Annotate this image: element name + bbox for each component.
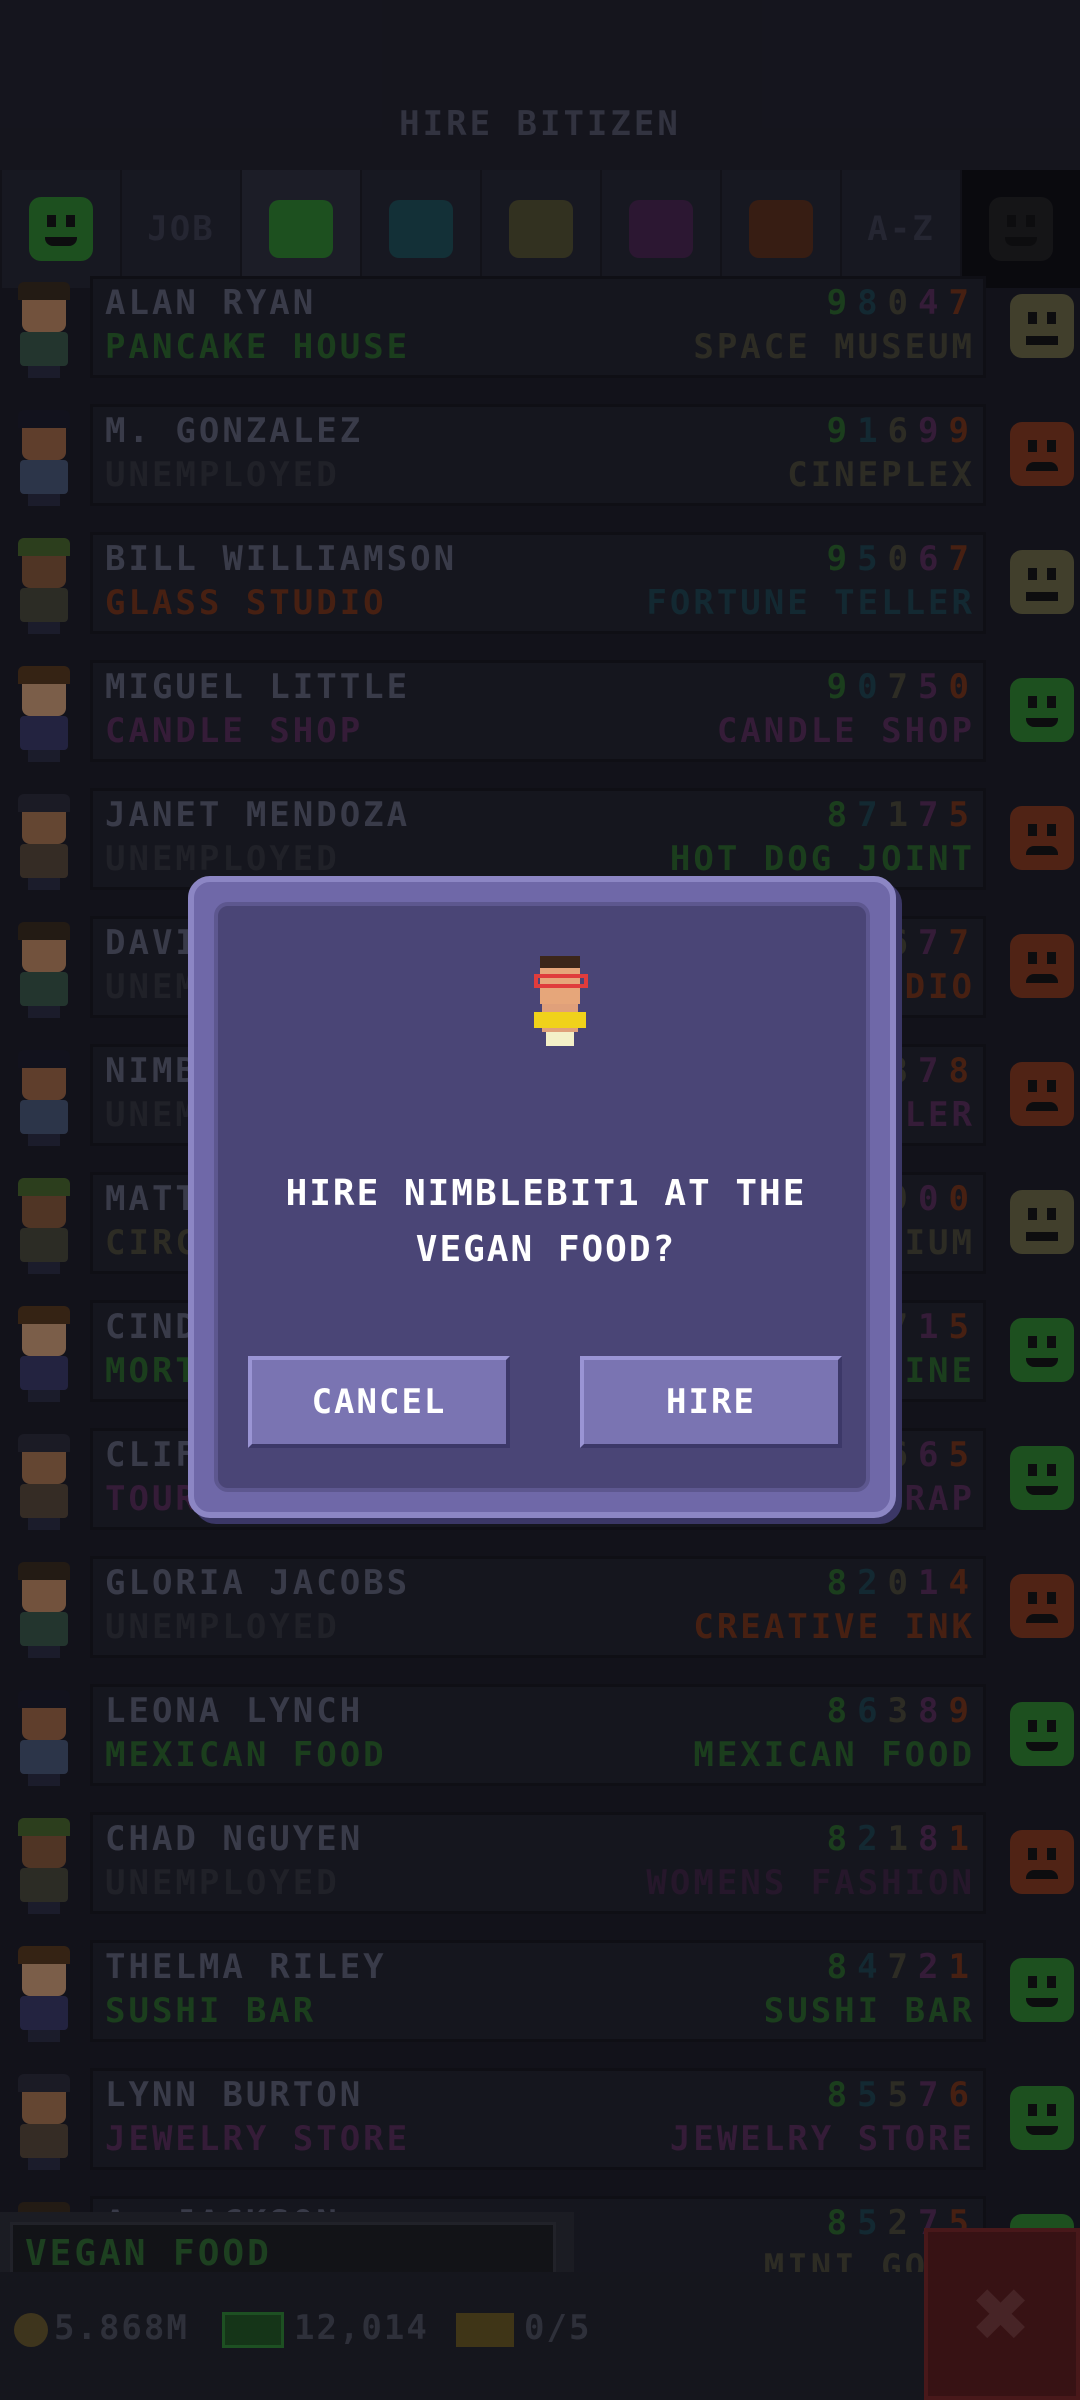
cancel-button[interactable]: CANCEL (248, 1356, 510, 1448)
hire-dialog-body: HIRE NIMBLEBIT1 AT THE VEGAN FOOD? CANCE… (214, 902, 870, 1492)
hire-button[interactable]: HIRE (580, 1356, 842, 1448)
screen: HIRE BITIZEN JOB A-Z ALAN RYAN PANCAKE HOU… (0, 0, 1080, 2400)
hire-dialog: HIRE NIMBLEBIT1 AT THE VEGAN FOOD? CANCE… (188, 876, 896, 1518)
bitizen-sprite-icon (530, 956, 590, 1046)
hire-dialog-message: HIRE NIMBLEBIT1 AT THE VEGAN FOOD? (285, 1173, 807, 1270)
